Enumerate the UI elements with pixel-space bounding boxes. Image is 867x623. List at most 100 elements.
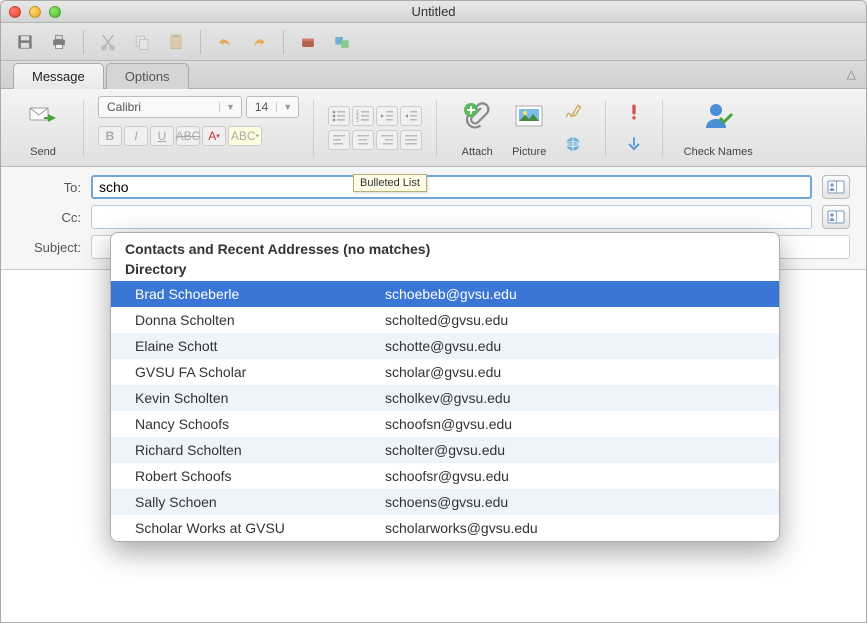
window-title: Untitled	[1, 4, 866, 19]
paperclip-icon	[461, 100, 493, 132]
contact-name: Richard Scholten	[135, 442, 385, 458]
contact-name: Robert Schoofs	[135, 468, 385, 484]
contact-email: scholar@gvsu.edu	[385, 364, 755, 380]
ribbon-tabs: Message Options △	[1, 61, 866, 89]
contact-name: Nancy Schoofs	[135, 416, 385, 432]
to-label: To:	[17, 180, 81, 195]
zoom-window-button[interactable]	[49, 6, 61, 18]
address-autocomplete-popup: Contacts and Recent Addresses (no matche…	[110, 232, 780, 542]
copy-icon[interactable]	[128, 28, 156, 56]
directory-row[interactable]: Richard Scholtenscholter@gvsu.edu	[111, 437, 779, 463]
directory-row[interactable]: Scholar Works at GVSUscholarworks@gvsu.e…	[111, 515, 779, 541]
increase-indent-button[interactable]	[400, 106, 422, 126]
contact-name: Sally Schoen	[135, 494, 385, 510]
chevron-down-icon: ▼	[276, 102, 298, 112]
tab-options[interactable]: Options	[106, 63, 189, 89]
person-check-icon	[702, 100, 734, 132]
minimize-window-button[interactable]	[29, 6, 41, 18]
send-icon	[27, 100, 59, 132]
directory-row[interactable]: Sally Schoenschoens@gvsu.edu	[111, 489, 779, 515]
font-size-combo[interactable]: 14 ▼	[246, 96, 299, 118]
highlight-button[interactable]: ABC▾	[228, 126, 262, 146]
cc-field[interactable]	[91, 205, 812, 229]
tab-message[interactable]: Message	[13, 63, 104, 89]
hyperlink-icon[interactable]	[559, 130, 587, 158]
collapse-ribbon-button[interactable]: △	[847, 67, 856, 81]
bulleted-list-button[interactable]	[328, 106, 350, 126]
print-icon[interactable]	[45, 28, 73, 56]
picture-button[interactable]: Picture	[503, 96, 555, 160]
contact-email: schoens@gvsu.edu	[385, 494, 755, 510]
save-icon[interactable]	[11, 28, 39, 56]
font-color-button[interactable]: A▾	[202, 126, 226, 146]
contact-email: scholter@gvsu.edu	[385, 442, 755, 458]
cut-icon[interactable]	[94, 28, 122, 56]
insert-group: Attach Picture	[445, 96, 597, 160]
italic-button[interactable]: I	[124, 126, 148, 146]
directory-row[interactable]: Elaine Schottschotte@gvsu.edu	[111, 333, 779, 359]
paste-icon[interactable]	[162, 28, 190, 56]
justify-button[interactable]	[400, 130, 422, 150]
contact-email: schoofsr@gvsu.edu	[385, 468, 755, 484]
autocomplete-contacts-header: Contacts and Recent Addresses (no matche…	[111, 233, 779, 259]
contact-name: Brad Schoeberle	[135, 286, 385, 302]
contact-name: GVSU FA Scholar	[135, 364, 385, 380]
align-center-button[interactable]	[352, 130, 374, 150]
tooltip-bulleted-list: Bulleted List	[353, 174, 427, 192]
numbered-list-button[interactable]: 123	[352, 106, 374, 126]
strikethrough-button[interactable]: ABC	[176, 126, 200, 146]
media-browser-icon[interactable]	[328, 28, 356, 56]
directory-row[interactable]: Robert Schoofsschoofsr@gvsu.edu	[111, 463, 779, 489]
close-window-button[interactable]	[9, 6, 21, 18]
titlebar: Untitled	[1, 1, 866, 23]
undo-icon[interactable]	[211, 28, 239, 56]
contact-email: scholted@gvsu.edu	[385, 312, 755, 328]
contact-name: Donna Scholten	[135, 312, 385, 328]
attach-button[interactable]: Attach	[451, 96, 503, 160]
window-controls	[9, 6, 61, 18]
align-right-button[interactable]	[376, 130, 398, 150]
decrease-indent-button[interactable]	[376, 106, 398, 126]
redo-icon[interactable]	[245, 28, 273, 56]
contact-name: Scholar Works at GVSU	[135, 520, 385, 536]
send-group: Send	[11, 96, 75, 160]
bold-button[interactable]: B	[98, 126, 122, 146]
font-group: Calibri ▼ 14 ▼ B I U ABC A▾ ABC▾	[92, 96, 305, 160]
contact-email: scholarworks@gvsu.edu	[385, 520, 755, 536]
directory-row[interactable]: Nancy Schoofsschoofsn@gvsu.edu	[111, 411, 779, 437]
font-name-combo[interactable]: Calibri ▼	[98, 96, 242, 118]
directory-row[interactable]: Donna Scholtenscholted@gvsu.edu	[111, 307, 779, 333]
names-group: Check Names	[671, 96, 765, 160]
cc-label: Cc:	[17, 210, 81, 225]
picture-icon	[513, 100, 545, 132]
cc-address-book-button[interactable]	[822, 205, 850, 229]
signature-icon[interactable]	[559, 98, 587, 126]
send-button[interactable]: Send	[17, 96, 69, 160]
contact-email: scholkev@gvsu.edu	[385, 390, 755, 406]
contact-name: Elaine Schott	[135, 338, 385, 354]
paragraph-group: 123	[322, 96, 428, 160]
low-importance-icon[interactable]	[620, 130, 648, 158]
directory-row[interactable]: Brad Schoeberleschoebeb@gvsu.edu	[111, 281, 779, 307]
check-names-button[interactable]: Check Names	[677, 96, 759, 160]
autocomplete-directory-header: Directory	[111, 259, 779, 281]
high-importance-icon[interactable]	[620, 98, 648, 126]
subject-label: Subject:	[17, 240, 81, 255]
contact-email: schoebeb@gvsu.edu	[385, 286, 755, 302]
contact-name: Kevin Scholten	[135, 390, 385, 406]
toolbox-icon[interactable]	[294, 28, 322, 56]
contact-email: schotte@gvsu.edu	[385, 338, 755, 354]
align-left-button[interactable]	[328, 130, 350, 150]
contact-email: schoofsn@gvsu.edu	[385, 416, 755, 432]
ribbon: Send Calibri ▼ 14 ▼ B I U ABC A▾	[1, 89, 866, 167]
svg-text:3: 3	[356, 118, 359, 122]
to-field[interactable]	[91, 175, 812, 199]
tags-group	[614, 96, 654, 160]
directory-row[interactable]: Kevin Scholtenscholkev@gvsu.edu	[111, 385, 779, 411]
directory-row[interactable]: GVSU FA Scholarscholar@gvsu.edu	[111, 359, 779, 385]
chevron-down-icon: ▼	[219, 102, 241, 112]
directory-list: Brad Schoeberleschoebeb@gvsu.eduDonna Sc…	[111, 281, 779, 541]
underline-button[interactable]: U	[150, 126, 174, 146]
to-address-book-button[interactable]	[822, 175, 850, 199]
quick-access-toolbar	[1, 23, 866, 61]
